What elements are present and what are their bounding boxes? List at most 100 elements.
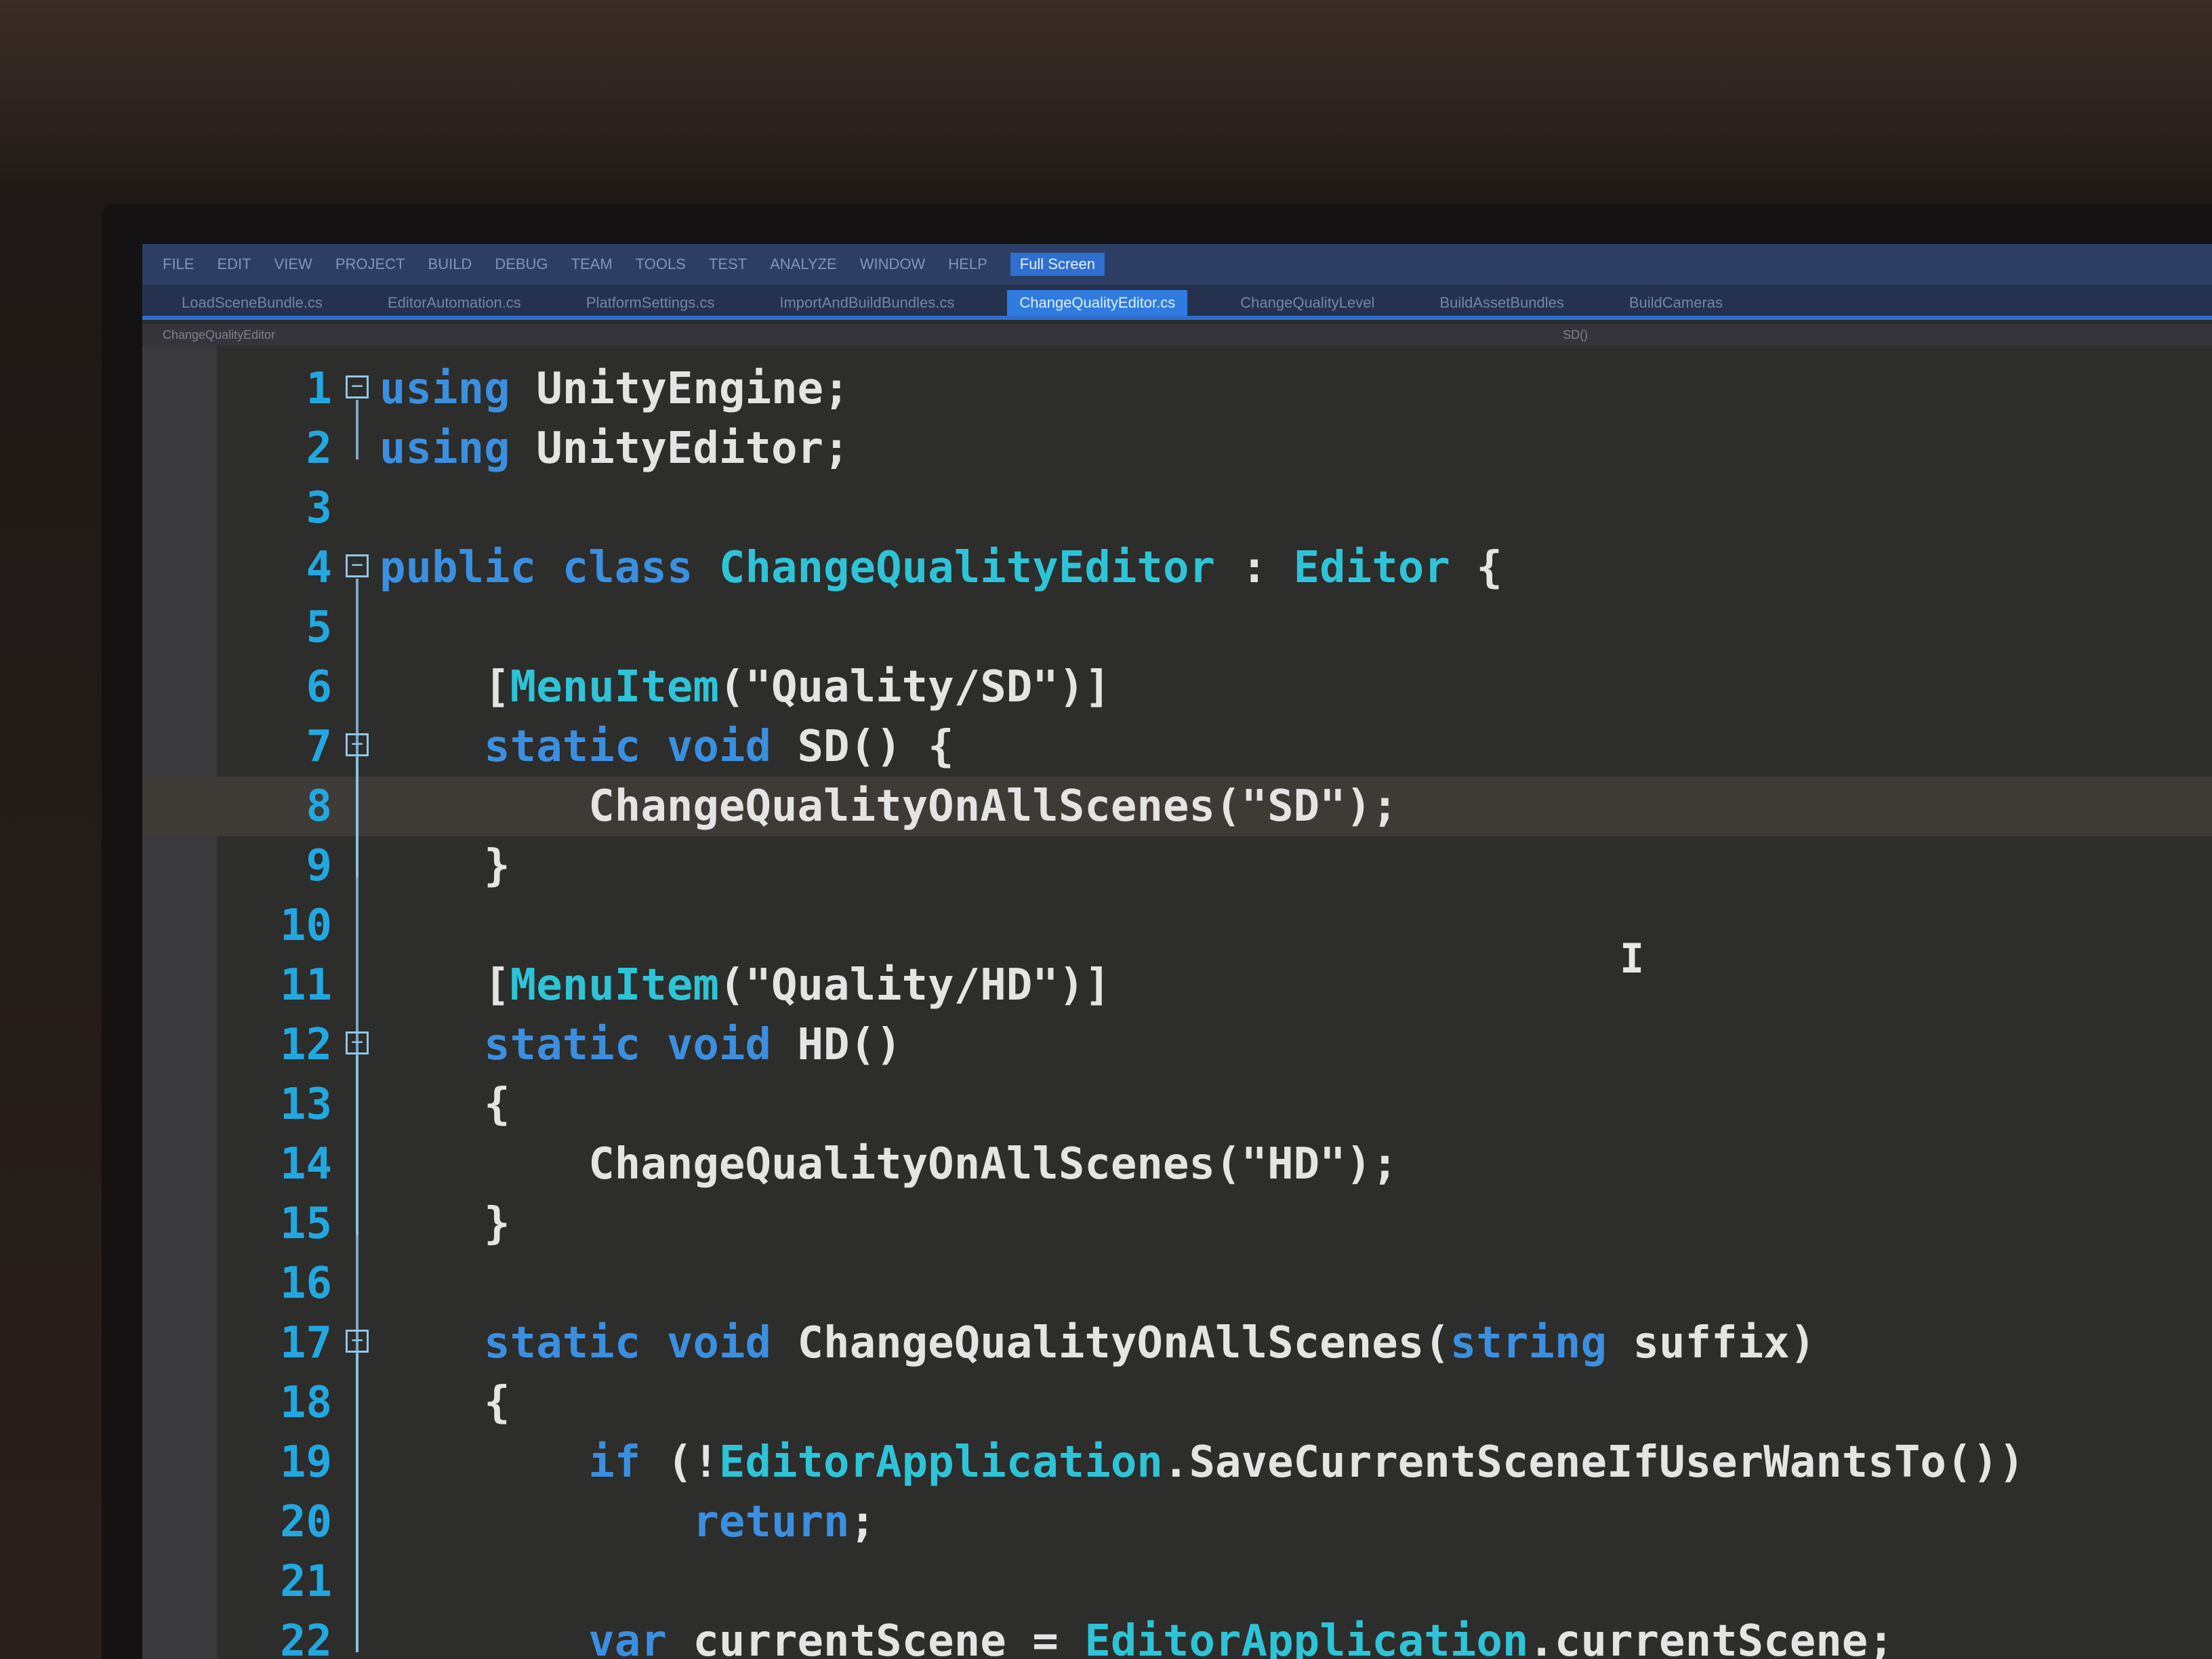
code-line[interactable]: 16 xyxy=(142,1254,2212,1313)
menu-debug[interactable]: DEBUG xyxy=(495,255,548,273)
line-number: 16 xyxy=(279,1258,332,1309)
navigation-bar: ChangeQualityEditor SD() xyxy=(142,324,2212,346)
code-token: UnityEngine; xyxy=(536,364,850,414)
code-token: ("Quality/HD")] xyxy=(718,960,1111,1010)
code-token: ("Quality/SD")] xyxy=(718,662,1111,712)
code-line[interactable]: 2 using UnityEditor; xyxy=(142,419,2212,478)
code-text: static void ChangeQualityOnAllScenes(str… xyxy=(380,1313,1816,1373)
tab-importandbuildbundles-cs[interactable]: ImportAndBuildBundles.cs xyxy=(767,290,966,316)
code-token: void xyxy=(666,1318,798,1368)
full-screen-button[interactable]: Full Screen xyxy=(1010,253,1105,276)
code-token: var xyxy=(380,1616,693,1659)
code-line[interactable]: 5 xyxy=(142,598,2212,657)
line-number: 21 xyxy=(279,1557,332,1607)
tab-platformsettings-cs[interactable]: PlatformSettings.cs xyxy=(574,290,727,316)
code-token: void xyxy=(666,722,798,772)
menu-tools[interactable]: TOOLS xyxy=(636,255,686,273)
code-line[interactable]: 9 } xyxy=(142,836,2212,896)
menu-view[interactable]: VIEW xyxy=(274,255,312,273)
code-editor[interactable]: 1− using UnityEngine; 2 using UnityEditor; 3… xyxy=(142,346,2212,1659)
code-text: [MenuItem("Quality/HD")] xyxy=(380,956,1111,1015)
menu-analyze[interactable]: ANALYZE xyxy=(770,255,837,273)
code-token: : xyxy=(1215,543,1294,593)
menu-team[interactable]: TEAM xyxy=(571,255,613,273)
tab-changequalityeditor-cs[interactable]: ChangeQualityEditor.cs xyxy=(1007,290,1188,316)
code-line[interactable]: 15 } xyxy=(142,1194,2212,1254)
line-number: 11 xyxy=(279,960,332,1010)
member-dropdown[interactable]: SD() xyxy=(1563,328,1588,342)
code-text: var currentScene = EditorApplication.cur… xyxy=(380,1612,1894,1659)
code-line[interactable]: 11 [MenuItem("Quality/HD")] xyxy=(142,956,2212,1015)
menu-project[interactable]: PROJECT xyxy=(335,255,405,273)
code-line[interactable]: 21 xyxy=(142,1552,2212,1612)
code-token: static xyxy=(380,1318,667,1368)
code-token: currentScene = xyxy=(693,1616,1085,1659)
code-line[interactable]: 19 if (!EditorApplication.SaveCurrentSce… xyxy=(142,1433,2212,1492)
code-text: { xyxy=(380,1075,510,1134)
ide-window: FILE EDIT VIEW PROJECT BUILD DEBUG TEAM TOOLS TE… xyxy=(142,244,2212,1659)
code-line[interactable]: 14 ChangeQualityOnAllScenes("HD"); xyxy=(142,1134,2212,1194)
code-token: class xyxy=(562,543,719,593)
code-line[interactable]: 6 [MenuItem("Quality/SD")] xyxy=(142,657,2212,717)
code-token: .SaveCurrentSceneIfUserWantsTo()) xyxy=(1162,1437,2025,1488)
line-number: 14 xyxy=(279,1139,332,1189)
code-line[interactable]: 7− static void SD() { xyxy=(142,717,2212,777)
line-number: 17 xyxy=(279,1318,332,1368)
tab-changequalitylevel[interactable]: ChangeQualityLevel xyxy=(1228,290,1387,316)
code-line[interactable]: 12− static void HD() xyxy=(142,1015,2212,1075)
text-cursor-icon: I xyxy=(1620,935,1645,983)
code-token: string xyxy=(1450,1318,1607,1368)
code-line[interactable]: 8 ChangeQualityOnAllScenes("SD"); xyxy=(142,777,2212,836)
menu-build[interactable]: BUILD xyxy=(428,255,472,273)
code-token: } xyxy=(380,1199,510,1249)
code-line[interactable]: 20 return; xyxy=(142,1492,2212,1552)
menu-edit[interactable]: EDIT xyxy=(217,255,251,273)
line-number: 19 xyxy=(279,1437,332,1488)
code-token: ; xyxy=(849,1497,876,1547)
code-text: static void SD() { xyxy=(380,717,954,777)
code-line[interactable]: 4− public class ChangeQualityEditor : Edi… xyxy=(142,538,2212,598)
collapse-icon[interactable]: − xyxy=(346,375,369,398)
menu-test[interactable]: TEST xyxy=(709,255,747,273)
code-line[interactable]: 17− static void ChangeQualityOnAllScenes… xyxy=(142,1313,2212,1373)
code-token: UnityEditor; xyxy=(536,424,850,474)
line-number: 5 xyxy=(306,602,332,653)
line-number: 2 xyxy=(306,424,332,474)
tab-buildcameras[interactable]: BuildCameras xyxy=(1617,290,1735,316)
code-token: EditorApplication xyxy=(718,1437,1163,1488)
collapse-icon[interactable]: − xyxy=(346,554,369,577)
code-text: [MenuItem("Quality/SD")] xyxy=(380,657,1111,717)
tab-loadscenebundle-cs[interactable]: LoadSceneBundle.cs xyxy=(169,290,335,316)
code-line[interactable]: 22 var currentScene = EditorApplication.… xyxy=(142,1612,2212,1659)
code-text: ChangeQualityOnAllScenes("SD"); xyxy=(380,777,1397,836)
code-token: ChangeQualityOnAllScenes("HD"); xyxy=(380,1139,1398,1189)
menu-window[interactable]: WINDOW xyxy=(860,255,926,273)
code-text: return; xyxy=(380,1492,876,1552)
class-dropdown[interactable]: ChangeQualityEditor xyxy=(163,328,275,342)
line-number: 13 xyxy=(279,1080,332,1130)
tab-buildassetbundles[interactable]: BuildAssetBundles xyxy=(1427,290,1576,316)
code-token: { xyxy=(380,1378,510,1428)
line-number: 6 xyxy=(306,662,332,712)
line-number: 18 xyxy=(279,1378,332,1428)
code-line[interactable]: 3 xyxy=(142,478,2212,538)
code-text: } xyxy=(380,836,510,896)
menu-help[interactable]: HELP xyxy=(948,255,987,273)
fold-guide xyxy=(356,758,359,877)
code-text: ChangeQualityOnAllScenes("HD"); xyxy=(380,1134,1398,1194)
code-token: { xyxy=(1450,543,1502,593)
code-line[interactable]: 13 { xyxy=(142,1075,2212,1134)
document-tab-bar: LoadSceneBundle.cs EditorAutomation.cs Pla… xyxy=(142,285,2212,320)
code-line[interactable]: 1− using UnityEngine; xyxy=(142,359,2212,419)
code-line[interactable]: 18 { xyxy=(142,1373,2212,1433)
line-number: 15 xyxy=(279,1199,332,1249)
menu-file[interactable]: FILE xyxy=(163,255,194,273)
code-token: SD() { xyxy=(797,722,954,772)
code-token: (! xyxy=(666,1437,719,1488)
line-number: 8 xyxy=(306,781,332,832)
code-line[interactable]: 10 xyxy=(142,896,2212,956)
code-text: public class ChangeQualityEditor : Edito… xyxy=(380,538,1502,598)
code-token: MenuItem xyxy=(510,960,719,1010)
code-token: [ xyxy=(380,960,510,1010)
tab-editorautomation-cs[interactable]: EditorAutomation.cs xyxy=(375,290,533,316)
